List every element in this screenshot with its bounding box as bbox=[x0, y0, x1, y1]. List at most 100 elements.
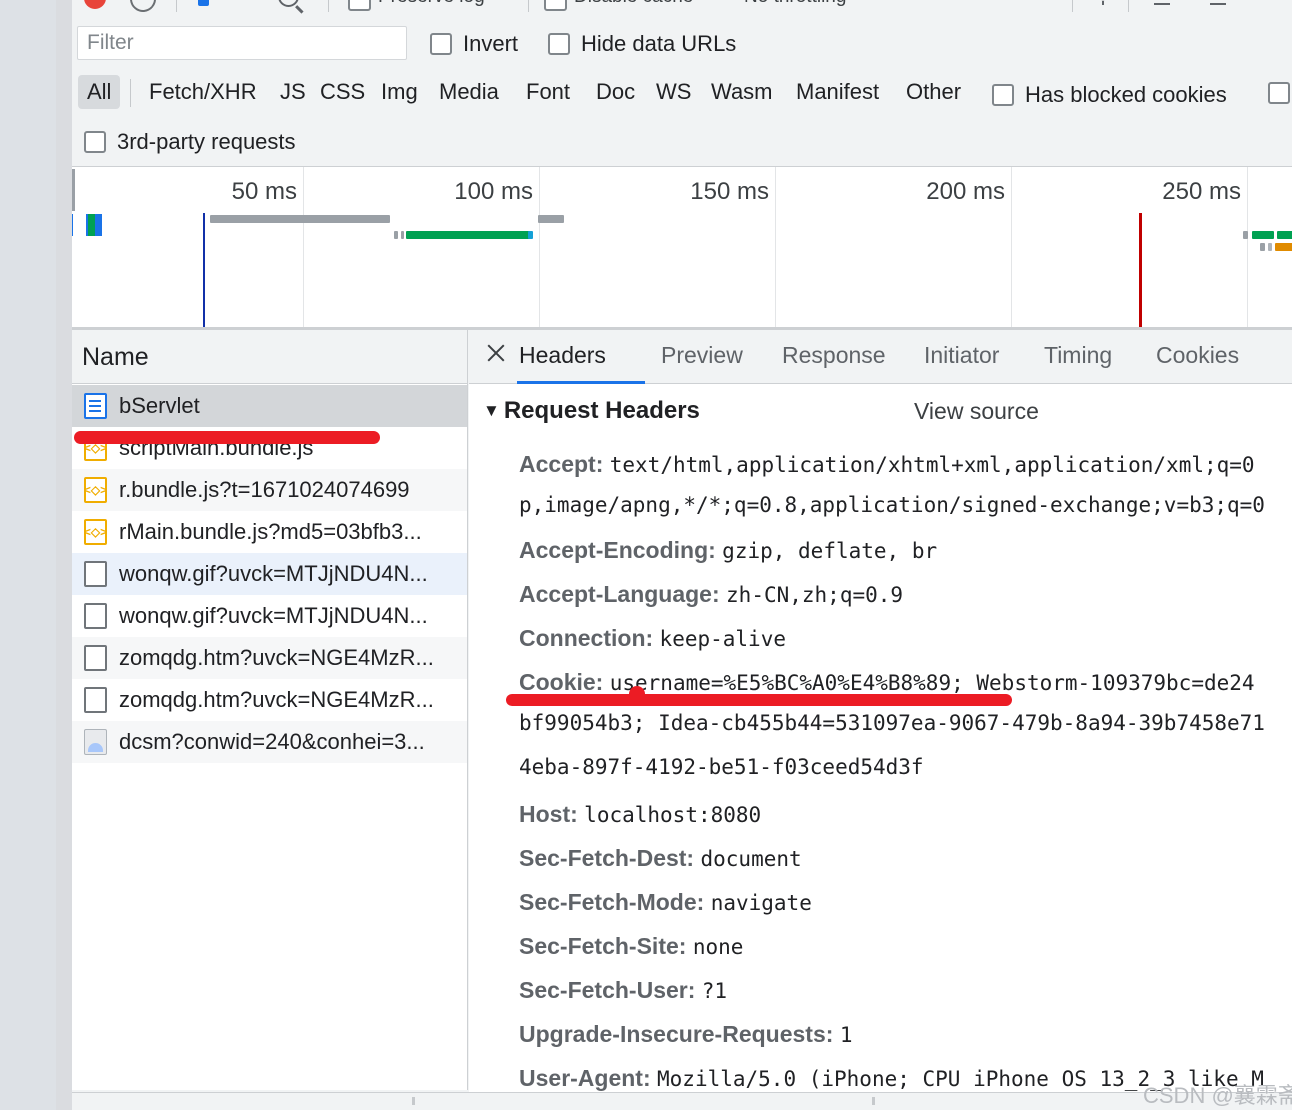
import-har-icon[interactable] bbox=[1152, 0, 1172, 6]
overview-gridline bbox=[1247, 167, 1248, 327]
table-row[interactable]: zomqdg.htm?uvck=NGE4MzR... bbox=[72, 679, 467, 721]
header-row-upgrade-insecure-requests: Upgrade-Insecure-Requests: 1 bbox=[519, 1019, 852, 1050]
has-blocked-cookies-group[interactable]: Has blocked cookies bbox=[992, 82, 1227, 108]
request-headers-section-title[interactable]: ▼ Request Headers bbox=[483, 397, 700, 425]
scroll-nub[interactable] bbox=[872, 1097, 875, 1105]
invert-checkbox[interactable] bbox=[430, 33, 452, 55]
type-filter-wasm[interactable]: Wasm bbox=[702, 75, 782, 109]
tab-initiator[interactable]: Initiator bbox=[924, 342, 999, 369]
left-gutter-inner bbox=[56, 0, 72, 1110]
blocked-requests-checkbox[interactable] bbox=[1268, 82, 1290, 104]
type-filter-all[interactable]: All bbox=[78, 75, 121, 109]
table-row[interactable]: <◇> rMain.bundle.js?md5=03bfb3... bbox=[72, 511, 467, 553]
plain-icon bbox=[84, 603, 107, 629]
disable-cache-label: Disable cache bbox=[574, 0, 693, 8]
clear-icon[interactable] bbox=[124, 0, 162, 18]
toolbar-divider-5 bbox=[1128, 0, 1129, 12]
header-value: document bbox=[700, 847, 802, 871]
third-party-requests-label: 3rd-party requests bbox=[117, 129, 296, 154]
overview-bar-stall-3 bbox=[1243, 231, 1248, 239]
header-value: keep-alive bbox=[659, 627, 786, 651]
third-party-requests-checkbox[interactable] bbox=[84, 131, 106, 153]
header-value: none bbox=[692, 935, 744, 959]
table-row[interactable]: bServlet bbox=[72, 385, 467, 427]
request-name: dcsm?conwid=240&conhei=3... bbox=[119, 729, 425, 754]
headers-content: ▼ Request Headers View source Accept: tex… bbox=[469, 385, 1292, 1110]
request-rows[interactable]: bServlet <◇> scriptMain.bundle.js <◇> r.… bbox=[72, 385, 467, 1089]
type-filter-other[interactable]: Other bbox=[897, 75, 970, 109]
overview-bar-green-2a bbox=[1252, 231, 1274, 239]
record-icon[interactable] bbox=[84, 0, 106, 9]
disable-cache-checkbox[interactable] bbox=[544, 0, 567, 11]
triangle-down-icon[interactable]: ▼ bbox=[483, 401, 500, 421]
type-filter-media[interactable]: Media bbox=[430, 75, 508, 109]
header-name: Accept-Language: bbox=[519, 581, 720, 607]
hide-data-urls-checkbox-group[interactable]: Hide data URLs bbox=[548, 31, 736, 57]
tab-preview[interactable]: Preview bbox=[661, 342, 743, 369]
request-name: zomqdg.htm?uvck=NGE4MzR... bbox=[119, 687, 434, 712]
filter-icon[interactable] bbox=[198, 0, 209, 6]
red-underline-annotation-scriptmain bbox=[74, 431, 380, 444]
type-filter-img[interactable]: Img bbox=[372, 75, 427, 109]
network-overview-timeline[interactable]: 50 ms 100 ms 150 ms 200 ms 250 ms bbox=[72, 166, 1292, 328]
throttling-select[interactable]: No throttling bbox=[744, 0, 846, 8]
invert-label: Invert bbox=[463, 31, 519, 56]
header-name: Sec-Fetch-Dest: bbox=[519, 845, 695, 871]
table-row[interactable]: zomqdg.htm?uvck=NGE4MzR... bbox=[72, 637, 467, 679]
close-icon[interactable] bbox=[485, 342, 507, 364]
red-dot-annotation-cookie bbox=[629, 686, 645, 702]
invert-checkbox-group[interactable]: Invert bbox=[430, 31, 518, 57]
table-row[interactable]: wonqw.gif?uvck=MTJjNDU4N... bbox=[72, 595, 467, 637]
gear-icon[interactable] bbox=[1094, 0, 1112, 5]
tab-cookies[interactable]: Cookies bbox=[1156, 342, 1239, 369]
type-filter-font[interactable]: Font bbox=[517, 75, 579, 109]
header-value: 1 bbox=[839, 1023, 853, 1047]
section-title-text: Request Headers bbox=[503, 397, 700, 424]
overview-bar-stall-4 bbox=[1260, 243, 1265, 251]
filter-input[interactable] bbox=[77, 26, 407, 60]
overview-bar-stall-5 bbox=[1268, 243, 1272, 251]
type-filter-ws[interactable]: WS bbox=[647, 75, 700, 109]
type-filter-fetch-xhr[interactable]: Fetch/XHR bbox=[140, 75, 266, 109]
type-filter-manifest[interactable]: Manifest bbox=[787, 75, 888, 109]
request-name: r.bundle.js?t=1671024074699 bbox=[119, 477, 410, 502]
plain-icon bbox=[84, 561, 107, 587]
overview-tick-label-250: 250 ms bbox=[1162, 178, 1241, 205]
header-row-accept-language: Accept-Language: zh-CN,zh;q=0.9 bbox=[519, 579, 903, 610]
search-icon[interactable] bbox=[278, 0, 299, 7]
export-har-icon[interactable] bbox=[1208, 0, 1228, 6]
overview-bar-orange-1 bbox=[1275, 243, 1292, 251]
type-filter-js[interactable]: JS bbox=[271, 75, 315, 109]
third-party-requests-group[interactable]: 3rd-party requests bbox=[84, 129, 296, 155]
overview-selection-handle[interactable] bbox=[72, 169, 75, 211]
load-event-marker bbox=[1139, 213, 1142, 327]
table-row[interactable]: wonqw.gif?uvck=MTJjNDU4N... bbox=[72, 553, 467, 595]
tab-headers[interactable]: Headers bbox=[519, 342, 606, 369]
type-filter-doc[interactable]: Doc bbox=[587, 75, 644, 109]
header-row-connection: Connection: keep-alive bbox=[519, 623, 786, 654]
type-filter-css[interactable]: CSS bbox=[311, 75, 374, 109]
header-value: localhost:8080 bbox=[584, 803, 762, 827]
overview-first-request-block bbox=[72, 214, 102, 236]
has-blocked-cookies-checkbox[interactable] bbox=[992, 84, 1014, 106]
plain-icon bbox=[84, 687, 107, 713]
table-row[interactable]: dcsm?conwid=240&conhei=3... bbox=[72, 721, 467, 763]
tab-timing[interactable]: Timing bbox=[1044, 342, 1112, 369]
red-underline-annotation-cookie bbox=[506, 694, 1012, 706]
header-name: Host: bbox=[519, 801, 578, 827]
tab-response[interactable]: Response bbox=[782, 342, 886, 369]
hide-data-urls-checkbox[interactable] bbox=[548, 33, 570, 55]
scroll-nub[interactable] bbox=[412, 1097, 415, 1105]
header-value: navigate bbox=[710, 891, 812, 915]
preserve-log-checkbox[interactable] bbox=[348, 0, 371, 11]
third-party-row: 3rd-party requests bbox=[72, 119, 1292, 164]
request-name: bServlet bbox=[119, 393, 200, 418]
preserve-log-label: Preserve log bbox=[378, 0, 485, 8]
view-source-link[interactable]: View source bbox=[914, 398, 1039, 425]
overview-tick-label-100: 100 ms bbox=[454, 178, 533, 205]
overview-bar-gray-2 bbox=[538, 215, 564, 223]
table-row[interactable]: <◇> r.bundle.js?t=1671024074699 bbox=[72, 469, 467, 511]
request-name: rMain.bundle.js?md5=03bfb3... bbox=[119, 519, 422, 544]
left-gutter bbox=[0, 0, 72, 1110]
header-value-continuation: 4eba-897f-4192-be51-f03ceed54d3f bbox=[519, 755, 924, 779]
